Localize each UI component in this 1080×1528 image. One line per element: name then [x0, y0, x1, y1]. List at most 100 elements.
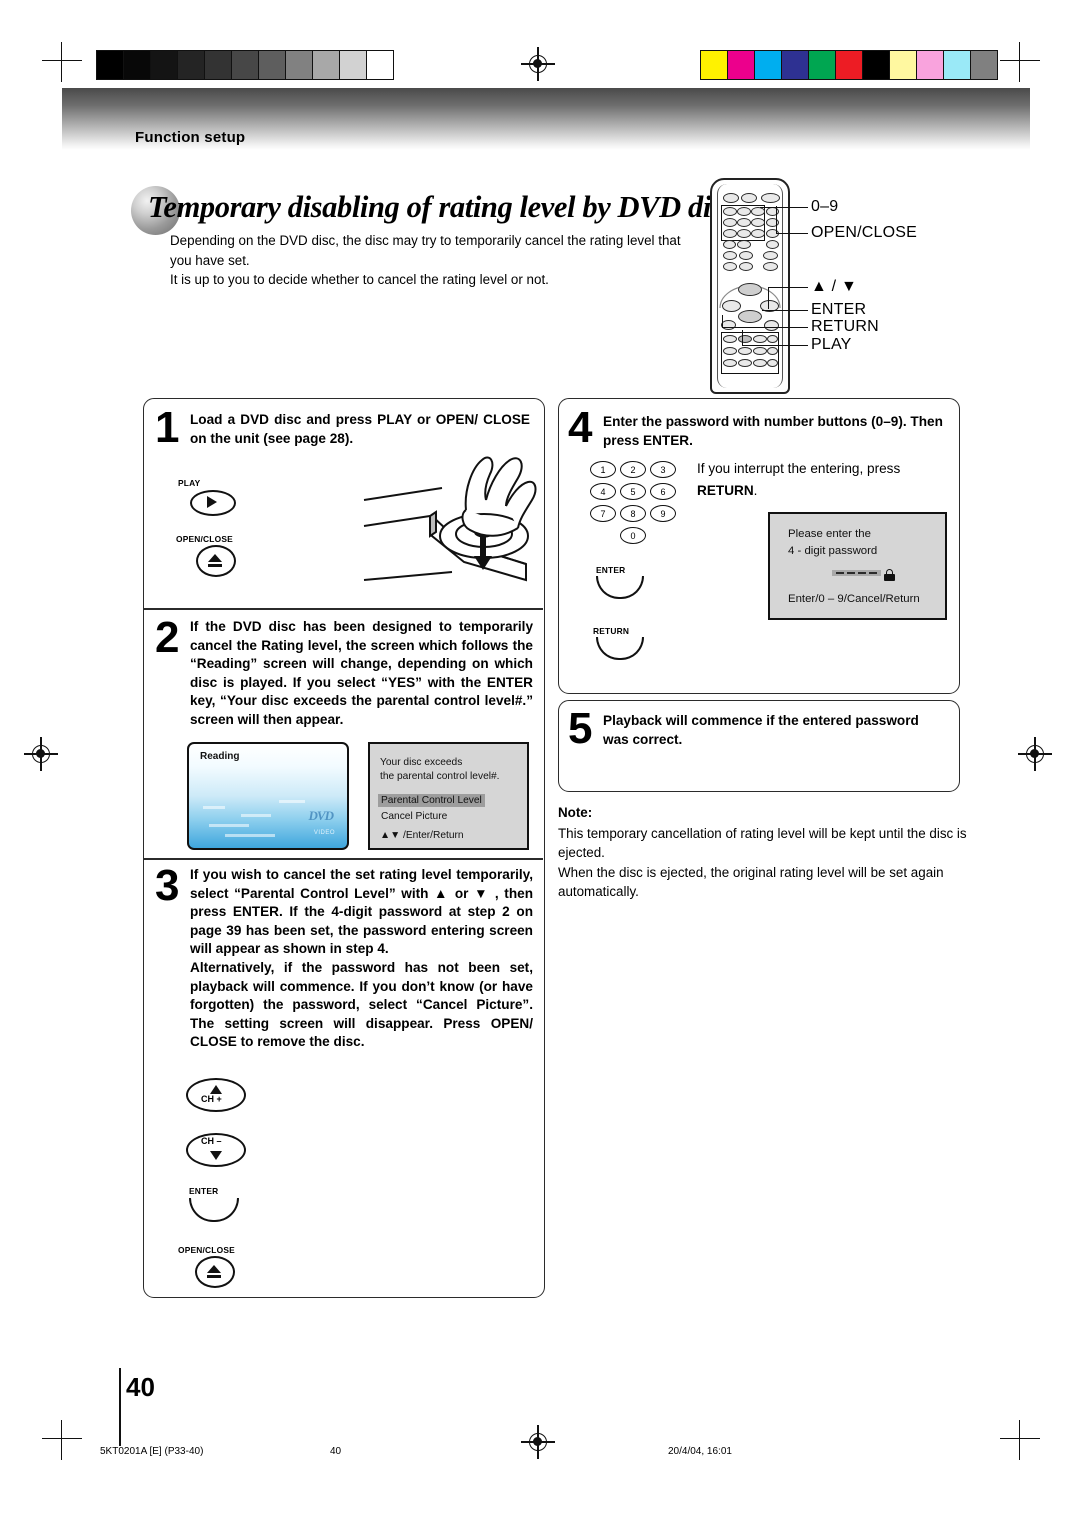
lock-icon [884, 569, 895, 581]
remote-enter-key [738, 310, 762, 323]
play-button-label: PLAY [178, 478, 201, 488]
step-5-text: Playback will commence if the entered pa… [603, 713, 919, 747]
remote-number-key [751, 229, 765, 238]
remote-button [763, 251, 778, 260]
footer-doc-code: 5KT0201A [E] (P33-40) [100, 1446, 204, 1457]
callout-label-0-9: 0–9 [811, 198, 839, 215]
remote-button [723, 347, 737, 355]
password-field[interactable] [832, 570, 881, 576]
intro-paragraph: Depending on the DVD disc, the disc may … [170, 233, 681, 287]
step-4-text: Enter the password with number buttons (… [603, 414, 943, 448]
remote-button [723, 240, 736, 249]
number-key-2[interactable]: 2 [620, 461, 646, 478]
page-number: 40 [126, 1372, 155, 1402]
password-osd-line2: 4 - digit password [788, 545, 878, 557]
gray-wedge-swatch [313, 51, 340, 79]
disc-loading-illustration [360, 440, 550, 600]
callout-label-open-close: OPEN/CLOSE [811, 224, 918, 241]
remote-button [723, 359, 737, 367]
color-bar-swatch [890, 51, 917, 79]
footer-page-label: 40 [330, 1446, 342, 1457]
registration-mark-left [24, 737, 58, 771]
interrupt-note-period: . [753, 483, 758, 498]
gray-wedge-swatch [286, 51, 313, 79]
remote-control-illustration [710, 178, 790, 394]
step-3-text: If you wish to cancel the set rating lev… [190, 867, 533, 1050]
remote-button [767, 359, 778, 367]
play-icon [190, 490, 236, 516]
remote-number-key [723, 218, 737, 227]
remote-number-key [737, 218, 751, 227]
number-key-4[interactable]: 4 [590, 483, 616, 500]
registration-mark-bottom [521, 1425, 555, 1459]
dvd-logo: DVD [308, 808, 334, 823]
gray-wedge-swatch [97, 51, 124, 79]
remote-button [738, 347, 752, 355]
page-number-rule [119, 1368, 121, 1446]
callout-leader-play [742, 345, 808, 347]
crop-mark-tl-v [61, 42, 63, 82]
osd-hint: ▲▼ /Enter/Return [380, 830, 464, 841]
parental-control-osd: Your disc exceeds the parental control l… [368, 742, 529, 850]
color-bar-swatch [944, 51, 971, 79]
callout-leader-updown [768, 287, 808, 289]
number-key-8[interactable]: 8 [620, 505, 646, 522]
number-key-1[interactable]: 1 [590, 461, 616, 478]
osd-message-line2: the parental control level#. [380, 771, 500, 782]
password-entry-osd: Please enter the 4 - digit password Ente… [768, 512, 947, 620]
remote-button [739, 262, 753, 271]
color-bar-swatch [917, 51, 944, 79]
gray-wedge-swatch [340, 51, 367, 79]
osd-option-parental-control-level[interactable]: Parental Control Level [378, 794, 485, 807]
registration-mark-top [521, 47, 555, 81]
remote-button [766, 240, 779, 249]
open-close-button-label: OPEN/CLOSE [176, 534, 233, 544]
number-key-9[interactable]: 9 [650, 505, 676, 522]
callout-leader-open-close-v [776, 206, 778, 234]
eject-icon [195, 1256, 235, 1288]
step-4-number: 4 [568, 403, 593, 452]
callout-leader-return [722, 327, 808, 329]
gray-wedge-swatch [367, 51, 393, 79]
osd-option-cancel-picture[interactable]: Cancel Picture [381, 811, 447, 822]
dvd-logo-sub: VIDEO [313, 830, 335, 836]
number-key-5[interactable]: 5 [620, 483, 646, 500]
callout-label-return: RETURN [811, 318, 879, 335]
remote-number-key-zero [737, 240, 751, 249]
reading-screen-illustration: Reading DVD VIDEO [187, 742, 349, 850]
number-key-6[interactable]: 6 [650, 483, 676, 500]
number-key-0[interactable]: 0 [620, 527, 646, 544]
number-key-3[interactable]: 3 [650, 461, 676, 478]
color-bar-swatch [971, 51, 997, 79]
footer-timestamp: 20/4/04, 16:01 [668, 1446, 732, 1457]
callout-leader-open-close [776, 233, 808, 235]
step-2-text: If the DVD disc has been designed to tem… [190, 619, 533, 727]
remote-number-key [737, 229, 751, 238]
remote-button [723, 262, 737, 271]
step-5-number: 5 [568, 704, 593, 753]
color-bar-swatch [836, 51, 863, 79]
callout-leader-return-v [722, 315, 724, 328]
note-body: This temporary cancellation of rating le… [558, 826, 967, 900]
step-divider-2 [143, 858, 543, 860]
number-key-7[interactable]: 7 [590, 505, 616, 522]
gray-wedge-swatch [151, 51, 178, 79]
step-3-number: 3 [155, 861, 180, 910]
callout-label-up-down: ▲ / ▼ [811, 278, 858, 295]
remote-button [767, 347, 778, 355]
color-bar-swatch [728, 51, 755, 79]
remote-cursor-left-key [722, 300, 741, 312]
step-divider-1 [143, 608, 543, 610]
interrupt-note-text: If you interrupt the entering, press [697, 461, 901, 476]
channel-down-label: CH – [201, 1136, 222, 1146]
crop-mark-br-v [1019, 1420, 1021, 1460]
manual-page: Function setup Temporary disabling of ra… [0, 0, 1080, 1528]
remote-play-key [738, 335, 752, 343]
callout-leader-enter [762, 310, 808, 312]
eject-icon [196, 545, 236, 577]
color-bar-swatch [755, 51, 782, 79]
remote-button [723, 193, 739, 203]
enter-button-label-step3: ENTER [189, 1186, 219, 1196]
gray-wedge-swatch [259, 51, 286, 79]
interrupt-note-return: RETURN [697, 483, 754, 498]
